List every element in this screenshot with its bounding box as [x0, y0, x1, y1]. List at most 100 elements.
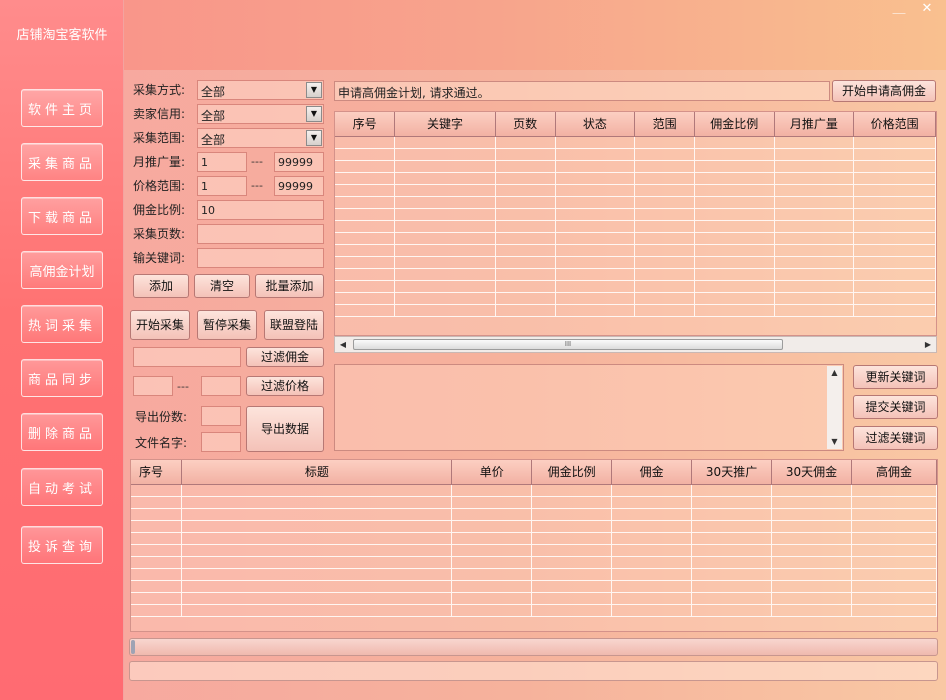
table-row[interactable] — [335, 268, 936, 281]
table-cell[interactable] — [611, 544, 693, 557]
product-col-commission-ratio[interactable]: 佣金比例 — [531, 460, 613, 485]
plan-col-index[interactable]: 序号 — [335, 112, 396, 137]
table-cell[interactable] — [394, 268, 496, 281]
table-cell[interactable] — [531, 520, 613, 533]
table-cell[interactable] — [181, 496, 453, 509]
table-cell[interactable] — [531, 544, 613, 557]
table-cell[interactable] — [335, 160, 396, 173]
table-row[interactable] — [131, 568, 937, 581]
table-cell[interactable] — [394, 136, 496, 149]
table-cell[interactable] — [851, 520, 937, 533]
table-cell[interactable] — [851, 604, 937, 617]
table-cell[interactable] — [394, 208, 496, 221]
table-cell[interactable] — [181, 508, 453, 521]
price-filter-min-field[interactable] — [133, 376, 173, 396]
table-cell[interactable] — [131, 496, 183, 509]
plan-col-pages[interactable]: 页数 — [495, 112, 556, 137]
table-cell[interactable] — [495, 268, 556, 281]
table-cell[interactable] — [335, 268, 396, 281]
filter-commission-button[interactable]: 过滤佣金 — [246, 347, 324, 367]
nav-auto-exam-button[interactable]: 自动考试 — [21, 468, 103, 506]
table-cell[interactable] — [851, 508, 937, 521]
table-cell[interactable] — [394, 160, 496, 173]
table-cell[interactable] — [634, 304, 695, 317]
table-cell[interactable] — [181, 604, 453, 617]
table-cell[interactable] — [634, 232, 695, 245]
product-table[interactable]: 序号 标题 单价 佣金比例 佣金 30天推广 30天佣金 高佣金 — [130, 459, 938, 632]
table-cell[interactable] — [774, 184, 855, 197]
table-cell[interactable] — [131, 604, 183, 617]
nav-hotword-collect-button[interactable]: 热词采集 — [21, 305, 103, 343]
table-cell[interactable] — [495, 292, 556, 305]
alliance-login-button[interactable]: 联盟登陆 — [264, 310, 324, 340]
table-cell[interactable] — [555, 232, 636, 245]
table-cell[interactable] — [851, 556, 937, 569]
table-cell[interactable] — [335, 172, 396, 185]
table-cell[interactable] — [451, 592, 533, 605]
product-col-high-commission[interactable]: 高佣金 — [851, 460, 937, 485]
nav-home-button[interactable]: 软件主页 — [21, 89, 103, 127]
keyword-field[interactable] — [197, 248, 324, 268]
table-cell[interactable] — [555, 148, 636, 161]
table-cell[interactable] — [555, 172, 636, 185]
table-cell[interactable] — [691, 508, 773, 521]
add-button[interactable]: 添加 — [133, 274, 189, 298]
pause-collect-button[interactable]: 暂停采集 — [197, 310, 257, 340]
table-cell[interactable] — [634, 136, 695, 149]
scroll-right-icon[interactable]: ▶ — [921, 337, 935, 352]
table-cell[interactable] — [694, 172, 775, 185]
table-row[interactable] — [131, 556, 937, 569]
table-cell[interactable] — [611, 532, 693, 545]
table-row[interactable] — [335, 172, 936, 185]
table-cell[interactable] — [774, 244, 855, 257]
table-cell[interactable] — [853, 196, 936, 209]
table-cell[interactable] — [451, 580, 533, 593]
table-row[interactable] — [335, 160, 936, 173]
table-cell[interactable] — [451, 484, 533, 497]
table-cell[interactable] — [531, 592, 613, 605]
table-cell[interactable] — [611, 520, 693, 533]
table-cell[interactable] — [451, 520, 533, 533]
table-cell[interactable] — [634, 184, 695, 197]
plan-col-price-range[interactable]: 价格范围 — [853, 112, 936, 137]
commission-ratio-field[interactable]: 10 — [197, 200, 324, 220]
commission-filter-field[interactable] — [133, 347, 241, 367]
filter-price-button[interactable]: 过滤价格 — [246, 376, 324, 396]
table-cell[interactable] — [634, 256, 695, 269]
table-cell[interactable] — [774, 232, 855, 245]
start-collect-button[interactable]: 开始采集 — [130, 310, 190, 340]
table-cell[interactable] — [771, 580, 852, 593]
table-cell[interactable] — [694, 256, 775, 269]
table-row[interactable] — [335, 208, 936, 221]
collect-mode-select[interactable]: 全部 ▼ — [197, 80, 324, 100]
table-row[interactable] — [131, 580, 937, 593]
table-cell[interactable] — [335, 292, 396, 305]
nav-complaint-query-button[interactable]: 投诉查询 — [21, 526, 103, 564]
table-cell[interactable] — [531, 484, 613, 497]
collect-range-select[interactable]: 全部 ▼ — [197, 128, 324, 148]
table-cell[interactable] — [495, 148, 556, 161]
table-cell[interactable] — [555, 160, 636, 173]
table-cell[interactable] — [335, 280, 396, 293]
table-cell[interactable] — [531, 532, 613, 545]
table-cell[interactable] — [394, 220, 496, 233]
table-cell[interactable] — [451, 544, 533, 557]
table-cell[interactable] — [774, 208, 855, 221]
table-cell[interactable] — [335, 304, 396, 317]
table-cell[interactable] — [394, 148, 496, 161]
batch-add-button[interactable]: 批量添加 — [255, 274, 324, 298]
keyword-memo[interactable]: ▲ ▼ — [334, 364, 844, 451]
table-cell[interactable] — [851, 496, 937, 509]
plan-col-status[interactable]: 状态 — [555, 112, 636, 137]
submit-keywords-button[interactable]: 提交关键词 — [853, 395, 938, 419]
table-cell[interactable] — [853, 208, 936, 221]
table-cell[interactable] — [853, 232, 936, 245]
table-cell[interactable] — [771, 544, 852, 557]
table-cell[interactable] — [555, 268, 636, 281]
table-cell[interactable] — [694, 292, 775, 305]
table-cell[interactable] — [853, 304, 936, 317]
table-cell[interactable] — [611, 592, 693, 605]
table-cell[interactable] — [394, 256, 496, 269]
product-col-30day-promo[interactable]: 30天推广 — [691, 460, 773, 485]
table-cell[interactable] — [634, 244, 695, 257]
